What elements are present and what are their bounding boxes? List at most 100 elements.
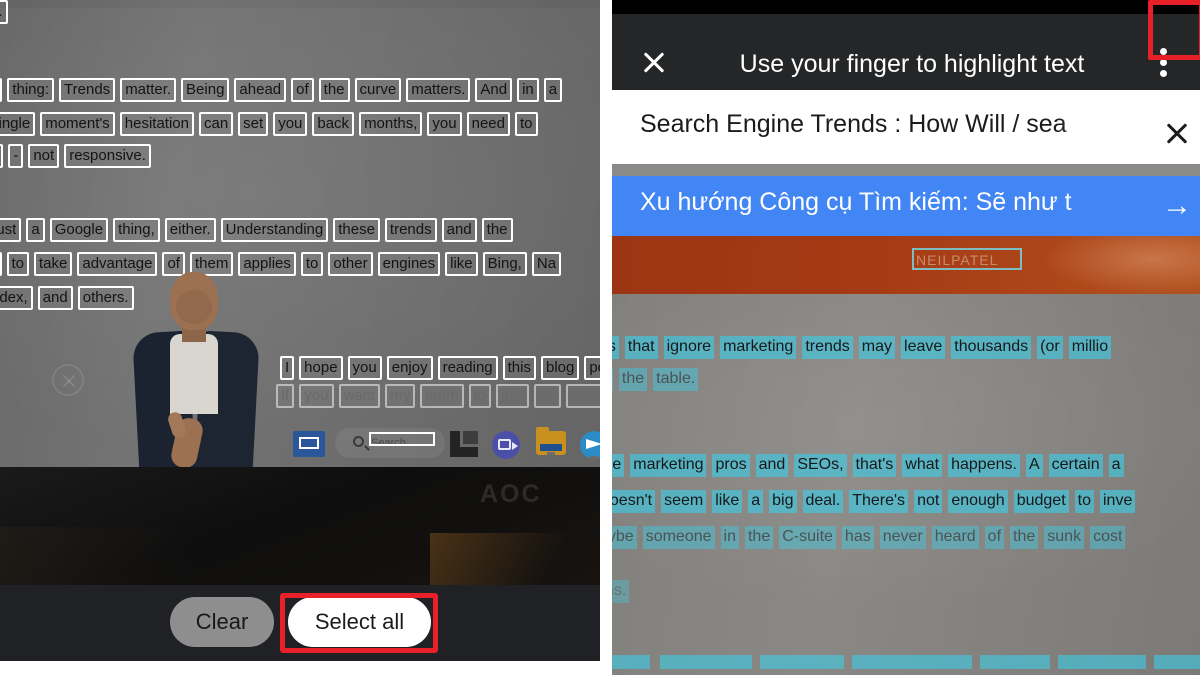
highlighted-word[interactable]: ns. [612,580,630,603]
word-box[interactable]: blog [540,356,580,380]
folder-icon[interactable] [536,427,566,455]
word-box[interactable]: you [347,356,382,380]
word-box[interactable]: hope [299,356,343,380]
highlighted-word[interactable]: and [755,454,789,477]
highlighted-word[interactable]: ignore [663,336,715,359]
word-box[interactable]: a [26,218,45,242]
word-box[interactable]: your [566,384,600,408]
word-box[interactable]: just [0,218,22,242]
word-box[interactable]: post. [584,356,600,380]
highlighted-word[interactable]: (or [1037,336,1063,359]
highlighted-word[interactable]: of [984,526,1005,549]
word-box[interactable]: thing, [113,218,160,242]
highlighted-word[interactable]: never [879,526,926,549]
text-line[interactable]: Ifyouwantmyteamtojustdoyourdigitalmarket… [276,384,600,408]
search-box[interactable]: Search [335,428,445,458]
highlighted-text-line[interactable]: ns. [612,580,635,603]
highlighted-word[interactable]: SEOs, [794,454,847,477]
word-box[interactable]: Na [531,252,562,276]
highlighted-word[interactable]: like [712,490,743,513]
word-box[interactable]: this [502,356,536,380]
word-box[interactable]: do [534,384,562,408]
text-line[interactable]: ething:Trendsmatter.Beingaheadofthecurve… [0,78,567,102]
highlighted-word[interactable]: doesn't [612,490,656,513]
word-box[interactable]: want [338,384,381,408]
word-box[interactable]: matter. [120,78,177,102]
highlighted-word[interactable]: has [841,526,874,549]
word-box[interactable]: to [468,384,492,408]
highlighted-word[interactable]: enough [948,490,1008,513]
word-box[interactable]: you [273,112,308,136]
word-box[interactable]: engines [377,252,441,276]
word-box[interactable]: ndex, [0,286,33,310]
highlighted-word[interactable]: aybe [612,526,637,549]
highlighted-word[interactable]: es [612,336,619,359]
word-box[interactable]: s. [0,0,8,24]
word-box[interactable]: to [6,252,30,276]
word-box[interactable]: and [37,286,73,310]
highlighted-word[interactable]: thousands [951,336,1032,359]
text-line[interactable]: Ihopeyouenjoyreadingthisblogpost. [280,356,600,380]
word-box[interactable]: in [517,78,539,102]
word-box[interactable]: Understanding [220,218,329,242]
word-box[interactable]: I [280,356,295,380]
word-box[interactable]: to [514,112,538,136]
highlighted-word[interactable]: deal. [802,490,844,513]
word-box[interactable]: my [385,384,416,408]
highlighted-word[interactable]: table. [653,368,699,391]
word-box[interactable]: ahead [234,78,287,102]
word-box[interactable]: enjoy [386,356,433,380]
highlighted-word[interactable]: marketing [720,336,797,359]
word-box[interactable]: Trends [59,78,116,102]
highlighted-word[interactable]: what [902,454,943,477]
highlighted-word[interactable]: not [914,490,943,513]
word-box[interactable]: thing: [7,78,55,102]
highlighted-text-line[interactable]: nthetable. [612,368,704,391]
highlighted-word[interactable]: A [1025,454,1043,477]
highlighted-word[interactable]: heard [931,526,979,549]
word-box[interactable]: and [441,218,477,242]
highlighted-word[interactable]: may [858,336,896,359]
highlighted-word[interactable]: There's [849,490,909,513]
text-line[interactable]: stotakeadvantageofthemappliestootherengi… [0,252,566,276]
highlighted-word[interactable]: the [1010,526,1039,549]
highlighted-word[interactable]: someone [642,526,715,549]
start-icon[interactable] [293,431,325,457]
highlighted-word[interactable]: cost [1090,526,1126,549]
telegram-icon[interactable] [580,431,600,459]
word-box[interactable]: Bing, [482,252,527,276]
text-line[interactable]: ndex,andothers. [0,286,139,310]
word-box[interactable]: need [466,112,510,136]
highlighted-word[interactable]: inve [1099,490,1136,513]
highlighted-word[interactable]: the [744,526,774,549]
text-line[interactable]: singlemoment'shesitationcansetyoubackmon… [0,112,543,136]
highlighted-word[interactable]: that [624,336,658,359]
word-box[interactable]: of [291,78,314,102]
source-clear-icon[interactable] [1164,120,1190,146]
word-box[interactable]: just [496,384,530,408]
text-line[interactable]: s. [0,0,13,24]
highlighted-word[interactable]: a [1108,454,1124,477]
word-box[interactable]: l [0,144,4,168]
file-explorer-icon[interactable] [450,431,478,457]
word-box[interactable]: trends [384,218,437,242]
highlighted-word[interactable]: sunk [1044,526,1085,549]
highlighted-word[interactable]: me [612,454,625,477]
word-box[interactable]: single [0,112,36,136]
highlighted-word[interactable]: a [748,490,764,513]
close-icon[interactable] [640,48,668,76]
highlighted-word[interactable]: the [618,368,648,391]
word-box[interactable]: to [300,252,324,276]
word-box[interactable]: matters. [406,78,471,102]
highlighted-word[interactable]: marketing [630,454,707,477]
highlighted-word[interactable]: trends [802,336,853,359]
teams-icon[interactable] [492,431,520,459]
highlighted-word[interactable]: seem [661,490,707,513]
highlighted-text-line[interactable]: doesn'tseemlikeabigdeal.There'snotenough… [612,490,1141,513]
highlighted-word[interactable]: C-suite [779,526,836,549]
highlighted-word[interactable]: that's [852,454,897,477]
text-line[interactable]: justaGooglething,either.Understandingthe… [0,218,518,242]
word-box[interactable]: others. [77,286,134,310]
word-box[interactable]: team [420,384,464,408]
text-line[interactable]: l-notresponsive. [0,144,156,168]
